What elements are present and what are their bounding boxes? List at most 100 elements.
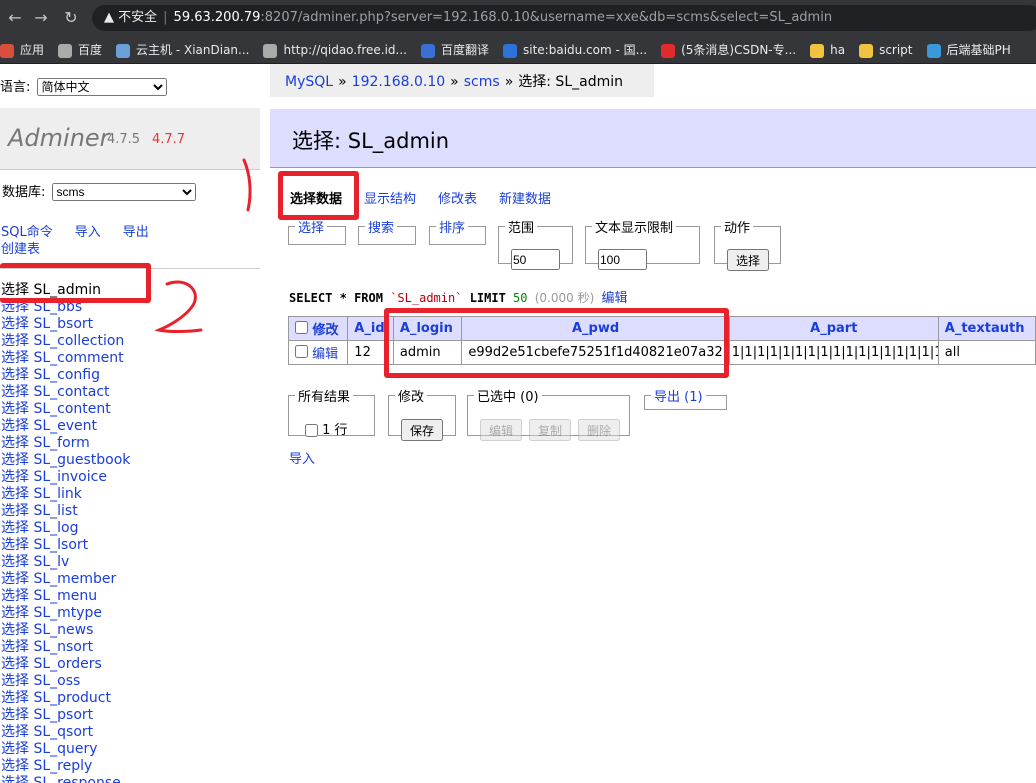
- tab-alter-table[interactable]: 修改表: [438, 192, 477, 207]
- import-link[interactable]: 导入: [75, 225, 101, 240]
- bookmark-item[interactable]: http://qidao.free.id...: [263, 36, 407, 63]
- select-table-link[interactable]: 选择: [1, 741, 29, 757]
- back-icon[interactable]: ←: [4, 7, 26, 29]
- forward-icon[interactable]: →: [30, 7, 52, 29]
- table-name-link[interactable]: SL_menu: [29, 588, 97, 604]
- export-results-link[interactable]: 导出 (1): [654, 390, 703, 405]
- table-name-link[interactable]: SL_invoice: [29, 469, 107, 485]
- select-table-link[interactable]: 选择: [1, 401, 29, 417]
- table-name-link[interactable]: SL_log: [29, 520, 78, 536]
- select-table-link[interactable]: 选择: [1, 775, 29, 783]
- select-table-link[interactable]: 选择: [1, 384, 29, 400]
- delete-selected-button[interactable]: 删除: [578, 419, 620, 441]
- table-name-link[interactable]: SL_response: [29, 775, 120, 783]
- table-name-link[interactable]: SL_list: [29, 503, 77, 519]
- select-table-link[interactable]: 选择: [1, 724, 29, 740]
- limit-input[interactable]: [511, 249, 560, 270]
- table-name-link[interactable]: SL_mtype: [29, 605, 102, 621]
- row-edit-link[interactable]: 编辑: [312, 347, 338, 362]
- create-table-link[interactable]: 创建表: [1, 241, 149, 258]
- select-table-link[interactable]: 选择: [1, 367, 29, 383]
- language-select[interactable]: 简体中文: [36, 78, 167, 96]
- table-name-link[interactable]: SL_bsort: [29, 316, 93, 332]
- modify-header-link[interactable]: 修改: [313, 323, 339, 338]
- select-table-link[interactable]: 选择: [1, 758, 29, 774]
- table-name-link[interactable]: SL_link: [29, 486, 81, 502]
- select-all-checkbox[interactable]: [295, 321, 308, 334]
- table-name-link[interactable]: SL_lv: [29, 554, 69, 570]
- select-table-link[interactable]: 选择: [1, 622, 29, 638]
- select-table-link[interactable]: 选择: [1, 537, 29, 553]
- import-data-link[interactable]: 导入: [289, 448, 315, 467]
- table-name-link[interactable]: SL_psort: [29, 707, 93, 723]
- sort-link[interactable]: 排序: [439, 221, 465, 236]
- search-link[interactable]: 搜索: [368, 221, 394, 236]
- table-name-link[interactable]: SL_oss: [29, 673, 80, 689]
- sql-command-link[interactable]: SQL命令: [1, 225, 53, 240]
- select-table-link[interactable]: 选择: [1, 469, 29, 485]
- select-table-link[interactable]: 选择: [1, 452, 29, 468]
- select-table-link[interactable]: 选择: [1, 316, 29, 332]
- address-bar[interactable]: ▲ 不安全 | 59.63.200.79:8207/adminer.php?serv…: [92, 5, 1036, 31]
- bookmark-item[interactable]: 百度: [58, 36, 102, 63]
- select-table-link[interactable]: 选择: [1, 656, 29, 672]
- table-name-link[interactable]: SL_reply: [29, 758, 92, 774]
- table-name-link[interactable]: SL_query: [29, 741, 97, 757]
- select-table-link[interactable]: 选择: [1, 605, 29, 621]
- select-table-link[interactable]: 选择: [1, 588, 29, 604]
- tab-new-item[interactable]: 新建数据: [499, 192, 551, 207]
- select-table-link[interactable]: 选择: [1, 350, 29, 366]
- table-name-link[interactable]: SL_form: [29, 435, 89, 451]
- new-version[interactable]: 4.7.7: [152, 132, 185, 147]
- table-name-link[interactable]: SL_qsort: [29, 724, 93, 740]
- all-results-checkbox[interactable]: [305, 424, 318, 437]
- bookmark-item[interactable]: 云主机 - XianDian...: [116, 36, 249, 63]
- table-name-link[interactable]: SL_event: [29, 418, 97, 434]
- table-name-link[interactable]: SL_content: [29, 401, 110, 417]
- database-select[interactable]: scms: [51, 183, 196, 201]
- bookmark-item[interactable]: site:baidu.com - 国...: [503, 36, 647, 63]
- save-button[interactable]: 保存: [401, 419, 443, 441]
- breadcrumb-mysql[interactable]: MySQL: [285, 74, 333, 90]
- select-table-link[interactable]: 选择: [1, 520, 29, 536]
- select-button[interactable]: 选择: [727, 249, 769, 271]
- select-table-link[interactable]: 选择: [1, 418, 29, 434]
- reload-icon[interactable]: ↻: [60, 7, 82, 29]
- select-table-link[interactable]: 选择: [1, 486, 29, 502]
- select-table-link[interactable]: 选择: [1, 690, 29, 706]
- bookmark-item[interactable]: 百度翻译: [420, 36, 489, 63]
- table-name-link[interactable]: SL_comment: [29, 350, 123, 366]
- bookmark-item[interactable]: 后端基础PH: [926, 36, 1011, 63]
- table-name-link[interactable]: SL_news: [29, 622, 93, 638]
- table-name-link[interactable]: SL_guestbook: [29, 452, 130, 468]
- table-name-link[interactable]: SL_lsort: [29, 537, 88, 553]
- table-name-link[interactable]: SL_config: [29, 367, 100, 383]
- table-name-link[interactable]: SL_member: [29, 571, 116, 587]
- select-table-link[interactable]: 选择: [1, 333, 29, 349]
- select-table-link[interactable]: 选择: [1, 503, 29, 519]
- table-name-link[interactable]: SL_orders: [29, 656, 101, 672]
- table-name-link[interactable]: SL_contact: [29, 384, 109, 400]
- text-length-input[interactable]: [598, 249, 647, 270]
- export-link[interactable]: 导出: [123, 225, 149, 240]
- select-table-link[interactable]: 选择: [1, 707, 29, 723]
- col-a-textauth[interactable]: A_textauth: [937, 316, 1036, 341]
- tab-show-structure[interactable]: 显示结构: [364, 192, 416, 207]
- clone-selected-button[interactable]: 复制: [529, 419, 571, 441]
- select-table-link[interactable]: 选择: [1, 673, 29, 689]
- row-checkbox[interactable]: [295, 345, 308, 358]
- bookmark-item[interactable]: script: [859, 36, 913, 63]
- table-name-link[interactable]: SL_collection: [29, 333, 124, 349]
- bookmark-item[interactable]: 应用: [0, 36, 44, 63]
- col-a-part[interactable]: A_part: [728, 316, 939, 341]
- breadcrumb-server[interactable]: 192.168.0.10: [352, 74, 446, 90]
- table-name-link[interactable]: SL_product: [29, 690, 111, 706]
- breadcrumb-db[interactable]: scms: [464, 74, 500, 90]
- select-table-link[interactable]: 选择: [1, 571, 29, 587]
- table-name-link[interactable]: SL_nsort: [29, 639, 93, 655]
- edit-query-link[interactable]: 编辑: [602, 291, 628, 306]
- select-table-link[interactable]: 选择: [1, 639, 29, 655]
- select-table-link[interactable]: 选择: [1, 435, 29, 451]
- select-table-link[interactable]: 选择: [1, 554, 29, 570]
- adminer-logo[interactable]: Adminer: [8, 124, 110, 152]
